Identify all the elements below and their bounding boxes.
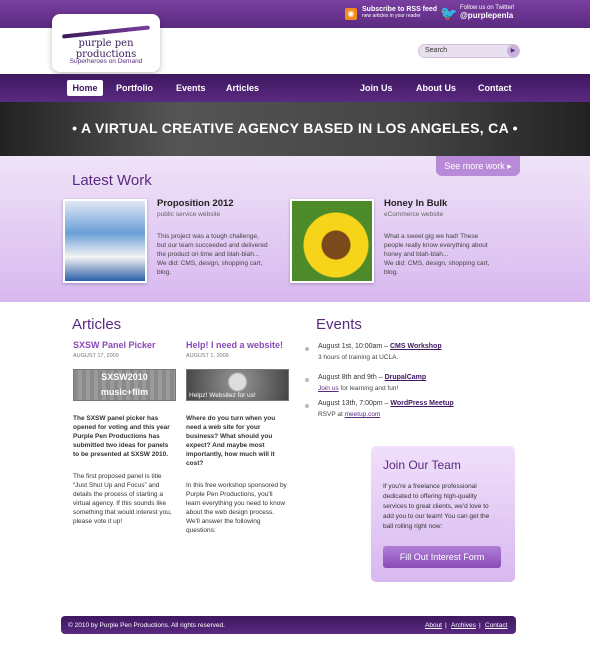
event-heading: August 8th and 9th – DrupalCamp [318,374,427,381]
footer-link-about[interactable]: About [425,622,442,629]
footer-separator: | [479,622,481,629]
twitter-link[interactable]: Follow us on Twitter! @purplepenla [460,5,515,20]
twitter-bird-icon[interactable]: 🐦 [440,6,457,20]
nav-portfolio[interactable]: Portfolio [116,80,153,96]
meetup-link[interactable]: meetup.com [345,411,381,418]
project-subtitle: eCommerce website [384,211,444,218]
event-link[interactable]: WordPress Meetup [390,400,453,407]
project-subtitle: public service website [157,211,221,218]
join-team-title: Join Our Team [383,458,461,472]
logo-name: purple pen productions [75,38,137,60]
nav-home[interactable]: Home [67,80,103,96]
event-link[interactable]: CMS Workshop [390,343,442,350]
event-detail: RSVP at meetup.com [318,411,381,418]
article-lead: The SXSW panel picker has opened for vot… [73,415,170,458]
interest-form-button[interactable]: Fill Out Interest Form [383,546,501,568]
event-detail: Join us for learning and fun! [318,385,399,392]
nav-contact[interactable]: Contact [478,80,512,96]
article-image-sxsw[interactable]: SXSW2010 music+film [73,369,176,401]
project-thumbnail-honey[interactable] [290,199,374,283]
article-date: AUGUST 1, 2009 [186,353,229,359]
project-title[interactable]: Honey In Bulk [384,198,447,209]
event-heading: August 13th, 7:00pm – WordPress Meetup [318,400,454,407]
banner-text: • A VIRTUAL CREATIVE AGENCY BASED IN LOS… [72,120,518,136]
rss-link[interactable]: Subscribe to RSS feed new articles in yo… [362,6,437,19]
event-heading: August 1st, 10:00am – CMS Workshop [318,343,442,350]
event-detail: 3 hours of training at UCLA. [318,354,399,361]
article-image-caption: Helpz! Websitez for us! [189,392,256,399]
bullet-icon [305,378,309,382]
join-us-link[interactable]: Join us [318,385,339,392]
article-date: AUGUST 17, 2009 [73,353,119,359]
article-title[interactable]: Help! I need a website! [186,340,283,350]
copyright: © 2010 by Purple Pen Productions. All ri… [68,622,225,629]
footer-separator: | [445,622,447,629]
nav-about-us[interactable]: About Us [416,80,456,96]
pen-icon [62,25,150,39]
search-input[interactable]: Search [418,44,520,58]
logo-tagline: Superheroes on Demand [69,58,143,65]
article-body: The first proposed panel is title “Just … [73,473,172,525]
project-description: This project was a tough challenge, but … [157,233,268,276]
footer-link-contact[interactable]: Contact [485,622,507,629]
search-submit-icon[interactable]: ▶ [507,45,519,57]
nav-join-us[interactable]: Join Us [360,80,393,96]
article-lead: Where do you turn when you need a web si… [186,415,276,467]
rss-subtitle: new articles in your reader [362,13,421,19]
bullet-icon [305,347,309,351]
events-title: Events [316,316,362,333]
rss-title[interactable]: Subscribe to RSS feed [362,6,437,13]
article-image-cat[interactable]: Helpz! Websitez for us! [186,369,289,401]
articles-title: Articles [72,316,122,333]
rss-icon[interactable]: ◉ [345,8,357,20]
article-title[interactable]: SXSW Panel Picker [73,340,156,350]
logo[interactable]: purple pen productions Superheroes on De… [52,14,160,72]
see-more-work-button[interactable]: See more work ▸ [436,156,520,176]
nav-articles[interactable]: Articles [226,80,259,96]
project-description: What a sweet gig we had! These people re… [384,233,490,276]
project-thumbnail-proposition[interactable] [63,199,147,283]
article-body: In this free workshop sponsored by Purpl… [186,482,287,534]
latest-work-title: Latest Work [72,172,152,189]
join-team-text: If you're a freelance professional dedic… [383,483,490,530]
twitter-handle[interactable]: @purplepenla [460,11,515,20]
nav-events[interactable]: Events [176,80,206,96]
project-title[interactable]: Proposition 2012 [157,198,234,209]
event-link[interactable]: DrupalCamp [385,374,427,381]
bullet-icon [305,404,309,408]
footer-link-archives[interactable]: Archives [451,622,476,629]
